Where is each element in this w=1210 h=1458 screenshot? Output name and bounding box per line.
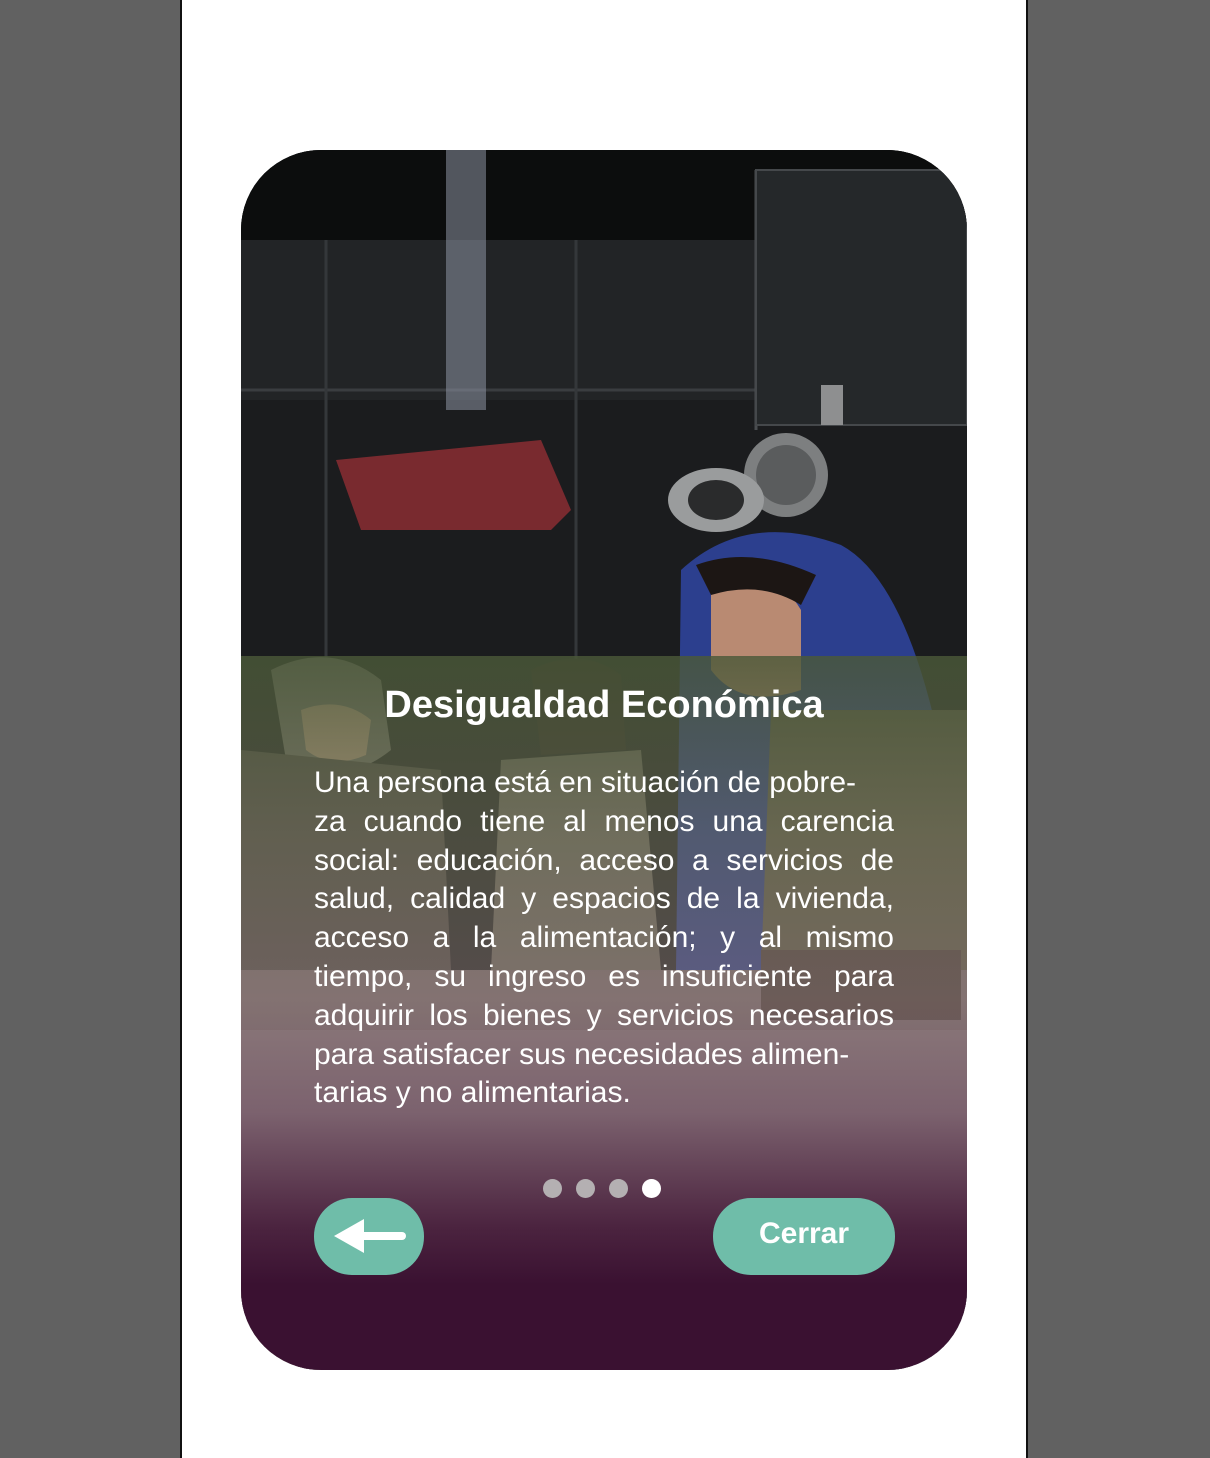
pagination-dot-3[interactable]	[609, 1179, 628, 1198]
info-slide-card: Desigualdad Económica Una persona está e…	[241, 150, 967, 1370]
arrow-left-icon	[334, 1219, 406, 1253]
slide-title: Desigualdad Económica	[384, 684, 824, 726]
close-button[interactable]: Cerrar	[713, 1198, 895, 1275]
pagination-dots	[543, 1179, 661, 1199]
back-button[interactable]	[314, 1198, 424, 1275]
pagination-dot-4-active[interactable]	[642, 1179, 661, 1198]
slide-body-text: Una persona está en situación de pobre- …	[314, 766, 894, 1110]
pagination-dot-1[interactable]	[543, 1179, 562, 1198]
pagination-dot-2[interactable]	[576, 1179, 595, 1198]
